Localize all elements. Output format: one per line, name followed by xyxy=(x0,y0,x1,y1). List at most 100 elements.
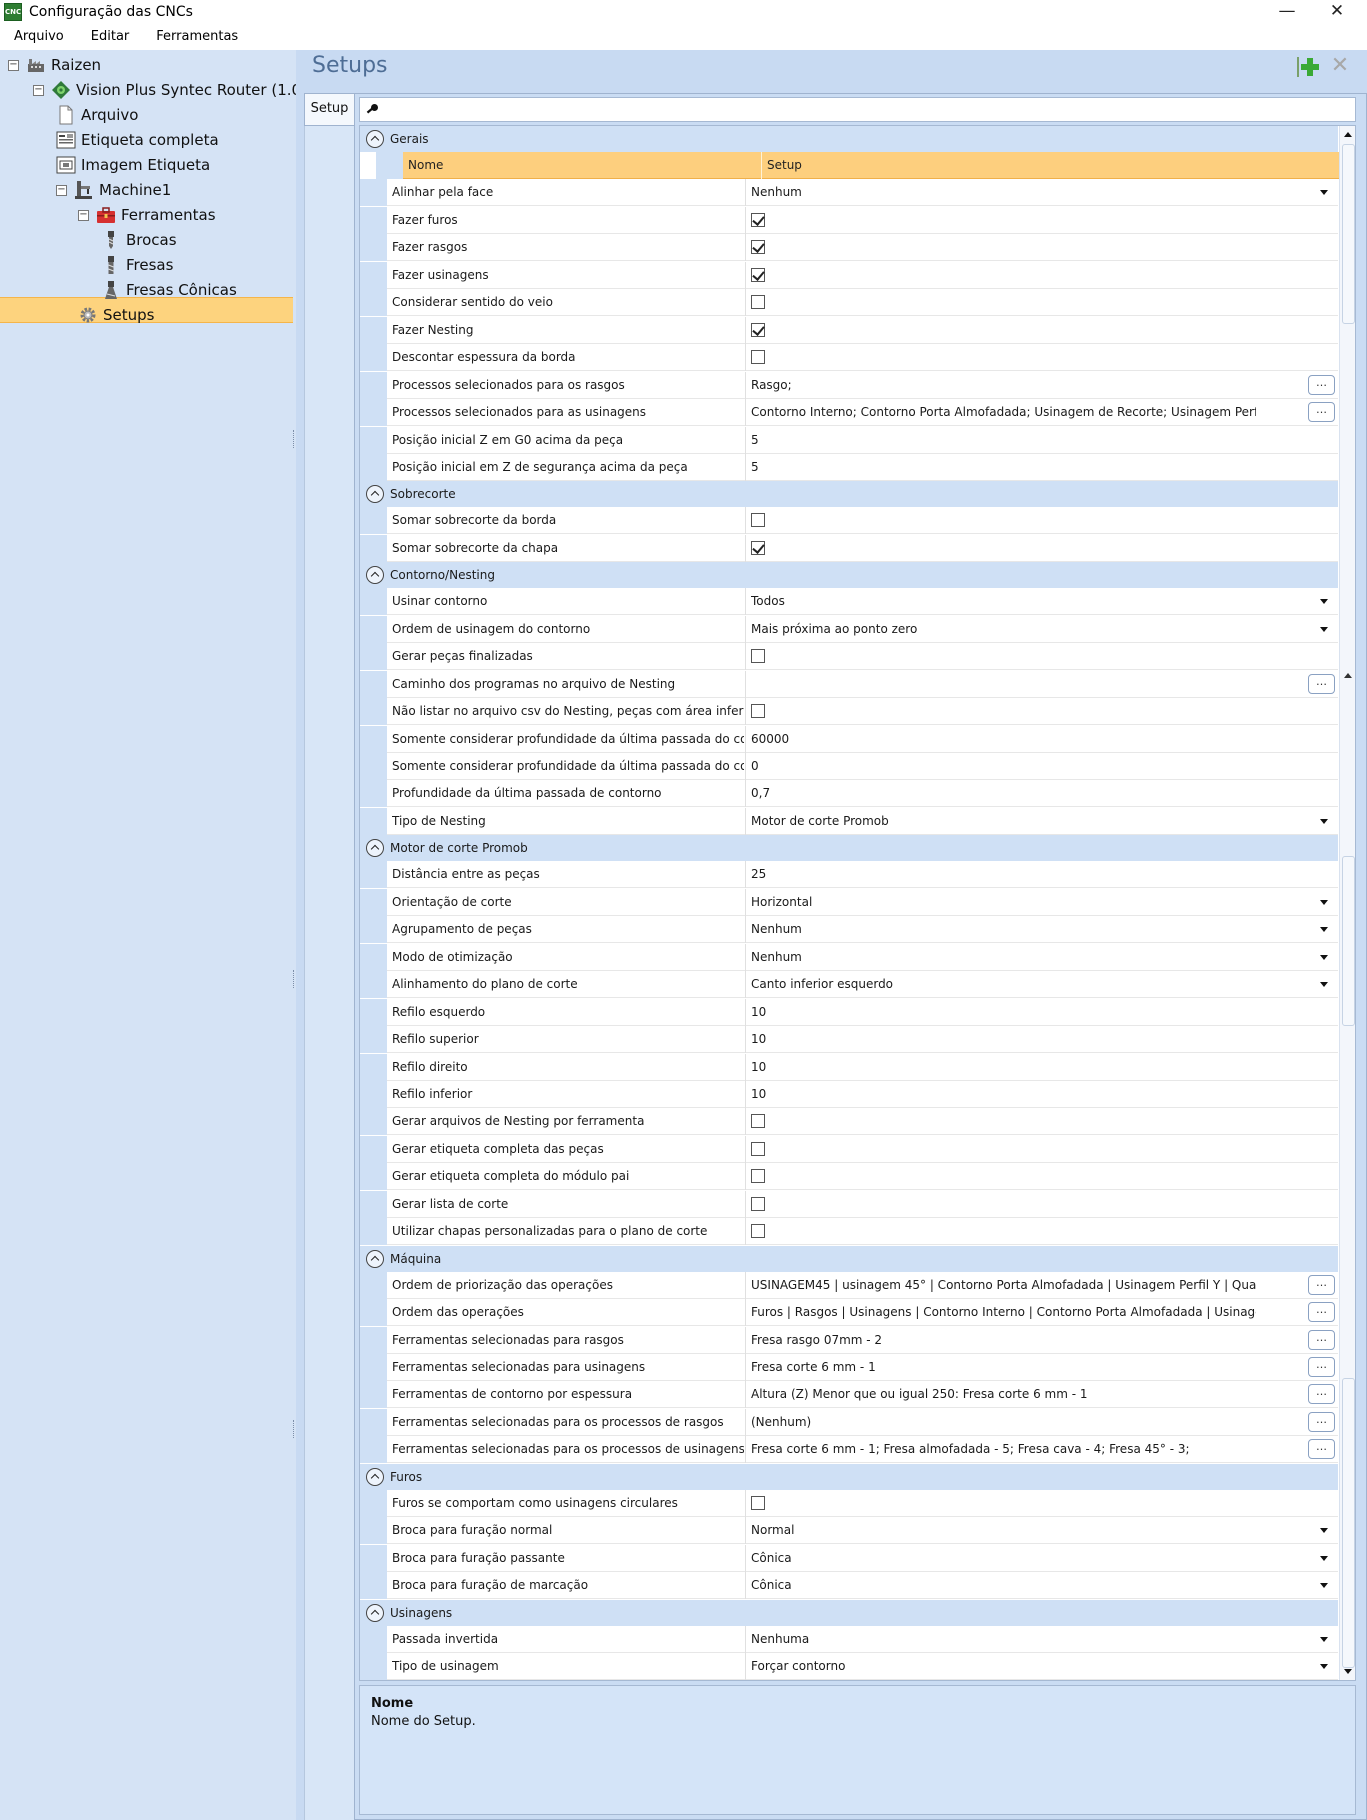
column-header-name[interactable]: Nome xyxy=(408,152,760,179)
ellipsis-button[interactable]: … xyxy=(1308,1439,1335,1460)
tree-collapse-icon[interactable]: − xyxy=(78,209,89,221)
property-value[interactable]: 5 xyxy=(751,427,1331,454)
property-value[interactable]: Contorno Interno; Contorno Porta Almofad… xyxy=(751,399,1256,426)
collapse-category-icon[interactable] xyxy=(366,839,384,858)
property-row[interactable]: Tipo de Nesting Motor de corte Promob xyxy=(360,807,1338,835)
property-checkbox[interactable] xyxy=(751,649,765,664)
property-row[interactable]: Alinhamento do plano de corte Canto infer… xyxy=(360,971,1338,999)
property-row[interactable]: Somente considerar profundidade da últim… xyxy=(360,725,1338,753)
property-value[interactable]: 10 xyxy=(751,1081,1331,1108)
tree-node-imagem-etiqueta[interactable]: Imagem Etiqueta xyxy=(56,153,210,177)
property-row[interactable]: Furos se comportam como usinagens circul… xyxy=(360,1489,1338,1517)
ellipsis-button[interactable]: … xyxy=(1308,1274,1335,1295)
property-row[interactable]: Agrupamento de peças Nenhum xyxy=(360,916,1338,944)
dropdown-arrow-icon[interactable] xyxy=(1320,899,1328,905)
tree-node-fresas[interactable]: Fresas xyxy=(101,253,173,277)
property-row[interactable]: Distância entre as peças 25 xyxy=(360,861,1338,889)
tree-node-vision-plus-syntec-router-1-0-[interactable]: − Vision Plus Syntec Router (1.0) xyxy=(33,78,307,102)
property-checkbox[interactable] xyxy=(751,1141,765,1156)
minimize-button[interactable]: — xyxy=(1267,0,1307,24)
property-checkbox[interactable] xyxy=(751,322,765,337)
property-row[interactable]: Broca para furação de marcação Cônica xyxy=(360,1572,1338,1600)
collapse-category-icon[interactable] xyxy=(366,566,384,585)
property-value[interactable]: 10 xyxy=(751,1026,1331,1053)
delete-setup-button[interactable]: ✕ xyxy=(1329,55,1351,78)
property-row[interactable]: Ferramentas selecionadas para os process… xyxy=(360,1408,1338,1436)
property-row[interactable]: Ferramentas de contorno por espessura Alt… xyxy=(360,1381,1338,1409)
close-button[interactable]: ✕ xyxy=(1317,0,1357,24)
collapse-category-icon[interactable] xyxy=(366,485,384,504)
property-value[interactable]: Cônica xyxy=(751,1572,1331,1599)
property-checkbox[interactable] xyxy=(751,513,765,528)
property-checkbox[interactable] xyxy=(751,267,765,282)
ellipsis-button[interactable]: … xyxy=(1308,1357,1335,1377)
property-checkbox[interactable] xyxy=(751,240,765,255)
property-checkbox[interactable] xyxy=(751,1224,765,1239)
property-checkbox[interactable] xyxy=(751,212,765,227)
property-row[interactable]: Gerar peças finalizadas xyxy=(360,643,1338,671)
property-row[interactable]: Ferramentas selecionadas para rasgos Fres… xyxy=(360,1326,1338,1354)
property-row[interactable]: Processos selecionados para os rasgos Ras… xyxy=(360,371,1338,399)
tab-setup[interactable]: Setup xyxy=(304,93,354,126)
property-row[interactable]: Posição inicial em Z de segurança acima … xyxy=(360,453,1338,481)
tree-collapse-icon[interactable]: − xyxy=(33,84,44,96)
collapse-category-icon[interactable] xyxy=(366,1603,384,1622)
dropdown-arrow-icon[interactable] xyxy=(1320,1528,1328,1534)
property-value[interactable]: 0 xyxy=(751,753,1331,780)
property-value[interactable]: Fresa corte 6 mm - 1 xyxy=(751,1354,1256,1381)
ellipsis-button[interactable]: … xyxy=(1308,1411,1335,1432)
property-row[interactable]: Fazer furos xyxy=(360,206,1338,234)
dropdown-arrow-icon[interactable] xyxy=(1320,1583,1328,1589)
property-value[interactable]: 25 xyxy=(751,861,1331,888)
property-row[interactable]: Orientação de corte Horizontal xyxy=(360,888,1338,916)
property-row[interactable]: Passada invertida Nenhuma xyxy=(360,1625,1338,1653)
dropdown-arrow-icon[interactable] xyxy=(1320,927,1328,933)
ellipsis-button[interactable]: … xyxy=(1308,402,1335,423)
column-header-value[interactable]: Setup xyxy=(767,152,1347,179)
property-checkbox[interactable] xyxy=(751,704,765,719)
property-value[interactable]: (Nenhum) xyxy=(751,1409,1256,1436)
property-row[interactable]: Fazer usinagens xyxy=(360,261,1338,289)
property-value[interactable]: Nenhuma xyxy=(751,1626,1331,1653)
dropdown-arrow-icon[interactable] xyxy=(1320,190,1328,196)
property-row[interactable]: Usinar contorno Todos xyxy=(360,588,1338,616)
property-row[interactable]: Refilo direito 10 xyxy=(360,1053,1338,1081)
property-checkbox[interactable] xyxy=(751,1169,765,1184)
property-row[interactable]: Fazer rasgos xyxy=(360,234,1338,262)
property-row[interactable]: Refilo superior 10 xyxy=(360,1026,1338,1054)
property-row[interactable]: Considerar sentido do veio xyxy=(360,289,1338,317)
property-row[interactable]: Tipo de usinagem Forçar contorno xyxy=(360,1653,1338,1680)
scroll-thumb[interactable] xyxy=(1342,856,1355,1026)
collapse-category-icon[interactable] xyxy=(366,1467,384,1486)
menu-arquivo[interactable]: Arquivo xyxy=(0,29,77,44)
property-value[interactable]: Normal xyxy=(751,1517,1331,1544)
property-value[interactable]: 5 xyxy=(751,454,1331,481)
property-row[interactable]: Modo de otimização Nenhum xyxy=(360,943,1338,971)
ellipsis-button[interactable]: … xyxy=(1308,1384,1335,1405)
ellipsis-button[interactable]: … xyxy=(1308,673,1335,694)
property-value[interactable]: Todos xyxy=(751,588,1331,615)
property-value[interactable]: Furos | Rasgos | Usinagens | Contorno In… xyxy=(751,1299,1256,1326)
ellipsis-button[interactable]: … xyxy=(1308,1329,1335,1350)
property-row[interactable]: Somar sobrecorte da chapa xyxy=(360,534,1338,562)
grid-vertical-scrollbar[interactable] xyxy=(1339,126,1355,1680)
property-row[interactable]: Gerar lista de corte xyxy=(360,1190,1338,1218)
collapse-category-icon[interactable] xyxy=(366,130,384,148)
property-row[interactable]: Ordem de priorização das operações USINAG… xyxy=(360,1271,1338,1299)
dropdown-arrow-icon[interactable] xyxy=(1320,1664,1328,1670)
property-row[interactable]: Gerar arquivos de Nesting por ferramenta xyxy=(360,1108,1338,1136)
property-value[interactable]: 10 xyxy=(751,999,1331,1026)
property-value[interactable]: USINAGEM45 | usinagem 45° | Contorno Por… xyxy=(751,1272,1256,1299)
property-row[interactable]: Broca para furação normal Normal xyxy=(360,1517,1338,1545)
dropdown-arrow-icon[interactable] xyxy=(1320,982,1328,988)
property-row[interactable]: Alinhar pela face Nenhum xyxy=(360,179,1338,207)
property-row[interactable]: Ferramentas selecionadas para usinagens F… xyxy=(360,1354,1338,1381)
property-value[interactable]: Rasgo; xyxy=(751,372,1256,399)
property-value[interactable]: Nenhum xyxy=(751,179,1331,206)
property-value[interactable]: Fresa rasgo 07mm - 2 xyxy=(751,1327,1256,1354)
menu-editar[interactable]: Editar xyxy=(77,29,143,44)
tree-node-brocas[interactable]: Brocas xyxy=(101,228,177,252)
property-value[interactable]: Nenhum xyxy=(751,944,1331,971)
scroll-thumb[interactable] xyxy=(1342,144,1355,324)
tree-node-machine1[interactable]: − Machine1 xyxy=(56,178,171,202)
